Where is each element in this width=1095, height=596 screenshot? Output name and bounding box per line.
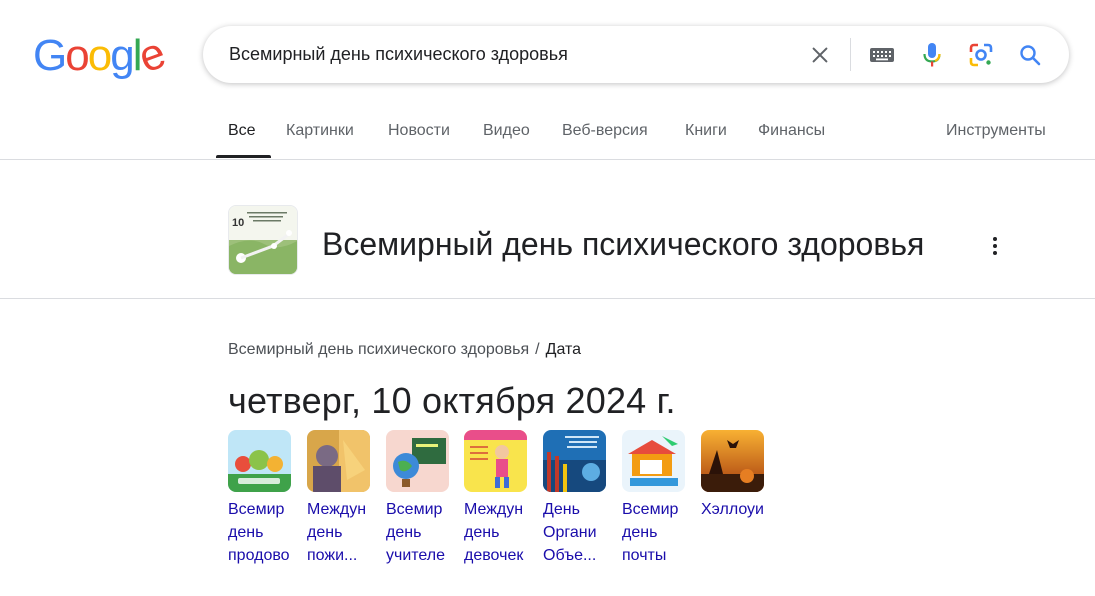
more-options-icon[interactable] xyxy=(985,234,1005,258)
related-label-line: день xyxy=(228,524,264,541)
search-icon[interactable] xyxy=(1015,40,1045,70)
related-thumbnail xyxy=(543,430,606,492)
related-label-line: день xyxy=(464,524,500,541)
logo-letter-g: G xyxy=(33,31,67,80)
google-logo[interactable]: G o o g l e xyxy=(33,29,170,83)
keyboard-icon[interactable] xyxy=(867,40,897,70)
related-label-line: день xyxy=(307,524,343,541)
related-label-line: учителе xyxy=(386,547,446,564)
related-item[interactable]: Хэллоуи xyxy=(701,430,764,521)
related-thumbnail xyxy=(307,430,370,492)
answer-date: четверг, 10 октября 2024 г. xyxy=(228,380,676,421)
related-thumbnail xyxy=(228,430,291,492)
tab-web[interactable]: Веб-версия xyxy=(562,122,648,140)
related-item[interactable]: Всемир день учителе xyxy=(386,430,449,567)
related-label-line: девочек xyxy=(464,547,524,564)
knowledge-panel-title: Всемирный день психического здоровья xyxy=(322,226,925,262)
tab-news[interactable]: Новости xyxy=(388,122,450,140)
tools-button[interactable]: Инструменты xyxy=(946,122,1046,140)
related-label-line: Объе... xyxy=(543,547,597,564)
related-item[interactable]: Междун день девочек xyxy=(464,430,527,567)
breadcrumb-parent[interactable]: Всемирный день психического здоровья xyxy=(228,341,529,358)
knowledge-panel-thumbnail[interactable]: 10 xyxy=(228,205,298,275)
breadcrumb-current: Дата xyxy=(545,341,582,358)
search-divider xyxy=(850,38,851,71)
search-input[interactable]: Всемирный день психического здоровья xyxy=(229,26,568,83)
related-thumbnail xyxy=(386,430,449,492)
tab-images[interactable]: Картинки xyxy=(286,122,354,140)
tab-finance[interactable]: Финансы xyxy=(758,122,825,140)
related-label-line: Междун xyxy=(464,501,524,518)
related-label-line: почты xyxy=(622,547,667,564)
logo-letter-g2: g xyxy=(110,31,135,80)
related-thumbnail xyxy=(622,430,685,492)
related-label-line: Хэллоуи xyxy=(701,501,764,518)
related-item[interactable]: Всемир день почты xyxy=(622,430,685,567)
related-label-line: продово xyxy=(228,547,290,564)
related-item[interactable]: Всемир день продово xyxy=(228,430,291,567)
thumb-date: 10 xyxy=(232,217,244,229)
related-label-line: день xyxy=(622,524,658,541)
related-label-line: Всемир xyxy=(386,501,443,518)
related-label-line: Всемир xyxy=(622,501,679,518)
related-label-line: пожи... xyxy=(307,547,358,564)
related-thumbnail xyxy=(701,430,764,492)
mic-icon[interactable] xyxy=(917,40,947,70)
logo-letter-o1: o xyxy=(65,31,90,80)
related-item[interactable]: Междун день пожи... xyxy=(307,430,370,567)
tab-books[interactable]: Книги xyxy=(685,122,727,140)
tab-all[interactable]: Все xyxy=(228,122,256,140)
search-tabs: Все Картинки Новости Видео Веб-версия Кн… xyxy=(0,110,1095,160)
search-bar: Всемирный день психического здоровья xyxy=(203,26,1069,83)
active-tab-indicator xyxy=(216,155,271,158)
logo-letter-o2: o xyxy=(87,31,113,80)
related-label-line: Органи xyxy=(543,524,597,541)
lens-icon[interactable] xyxy=(966,40,996,70)
related-thumbnail xyxy=(464,430,527,492)
related-label-line: День xyxy=(543,501,580,518)
related-label-line: Всемир xyxy=(228,501,285,518)
breadcrumb: Всемирный день психического здоровья / Дат… xyxy=(228,341,581,359)
related-label-line: Междун xyxy=(307,501,367,518)
related-label-line: день xyxy=(386,524,422,541)
related-item[interactable]: День Органи Объе... xyxy=(543,430,606,567)
knowledge-panel-header: 10 Всемирный день психического здоровья xyxy=(0,160,1095,299)
breadcrumb-separator: / xyxy=(535,341,540,358)
tab-video[interactable]: Видео xyxy=(483,122,530,140)
clear-icon[interactable] xyxy=(805,40,835,70)
